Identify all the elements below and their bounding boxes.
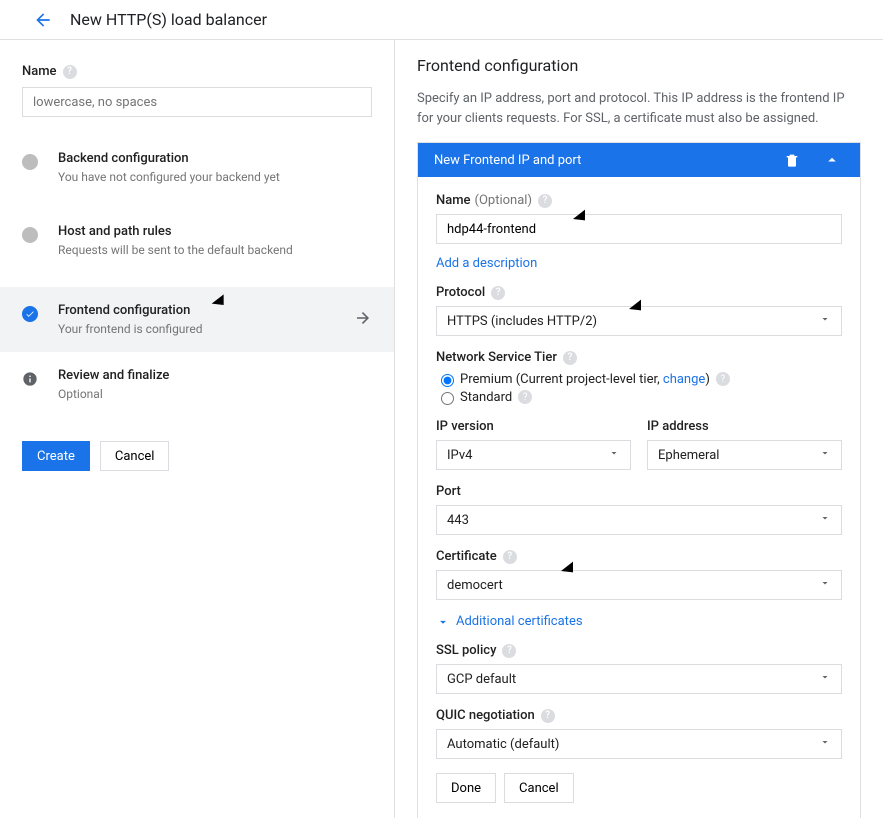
nst-premium-radio[interactable] xyxy=(441,374,454,387)
step-title: Host and path rules xyxy=(58,224,293,239)
name-optional: (Optional) xyxy=(475,193,532,208)
port-label: Port xyxy=(436,484,461,499)
chevron-down-icon xyxy=(608,447,620,463)
help-icon[interactable]: ? xyxy=(63,65,77,79)
chevron-down-icon xyxy=(819,512,831,528)
nst-premium-text: Premium (Current project-level tier, cha… xyxy=(460,372,710,387)
frontend-name-input[interactable] xyxy=(436,214,842,244)
step-hostpath[interactable]: Host and path rules Requests will be sen… xyxy=(0,214,394,267)
panel-title: New Frontend IP and port xyxy=(434,153,764,168)
frontend-panel: New Frontend IP and port Name (Optional)… xyxy=(417,142,861,818)
ipver-label: IP version xyxy=(436,419,494,434)
protocol-label: Protocol xyxy=(436,285,485,300)
chevron-down-icon xyxy=(819,313,831,329)
section-description: Specify an IP address, port and protocol… xyxy=(417,89,861,128)
port-value: 443 xyxy=(447,513,469,528)
create-button[interactable]: Create xyxy=(22,441,90,471)
nst-label: Network Service Tier xyxy=(436,350,557,365)
additional-certs-toggle[interactable]: Additional certificates xyxy=(436,614,842,629)
help-icon[interactable]: ? xyxy=(491,286,505,300)
port-select[interactable]: 443 xyxy=(436,505,842,535)
protocol-value: HTTPS (includes HTTP/2) xyxy=(447,314,597,329)
certificate-select[interactable]: democert xyxy=(436,570,842,600)
status-dot-icon xyxy=(22,154,38,170)
lb-name-label: Name xyxy=(22,64,57,79)
left-pane: Name ? Backend configuration You have no… xyxy=(0,40,395,818)
step-title: Review and finalize xyxy=(58,368,169,383)
chevron-down-icon xyxy=(819,736,831,752)
check-icon xyxy=(22,306,38,322)
protocol-select[interactable]: HTTPS (includes HTTP/2) xyxy=(436,306,842,336)
ipver-value: IPv4 xyxy=(447,448,472,463)
wizard-steps: Backend configuration You have not confi… xyxy=(0,141,394,411)
chevron-right-icon xyxy=(354,309,372,331)
add-description-link[interactable]: Add a description xyxy=(436,256,537,271)
cancel-button[interactable]: Cancel xyxy=(100,441,170,471)
section-title: Frontend configuration xyxy=(417,56,861,75)
help-icon[interactable]: ? xyxy=(502,644,516,658)
chevron-down-icon xyxy=(819,671,831,687)
collapse-icon[interactable] xyxy=(820,148,844,172)
help-icon[interactable]: ? xyxy=(518,390,532,404)
step-title: Backend configuration xyxy=(58,151,280,166)
step-subtitle: Requests will be sent to the default bac… xyxy=(58,243,293,257)
help-icon[interactable]: ? xyxy=(503,550,517,564)
help-icon[interactable]: ? xyxy=(541,709,555,723)
lb-name-input[interactable] xyxy=(22,87,372,117)
step-subtitle: Your frontend is configured xyxy=(58,322,203,336)
info-icon xyxy=(22,371,38,387)
ip-version-select[interactable]: IPv4 xyxy=(436,440,631,470)
panel-cancel-button[interactable]: Cancel xyxy=(504,773,574,803)
cert-label: Certificate xyxy=(436,549,497,564)
cert-value: democert xyxy=(447,578,503,593)
ip-address-select[interactable]: Ephemeral xyxy=(647,440,842,470)
status-dot-icon xyxy=(22,227,38,243)
nst-standard-text: Standard xyxy=(460,390,512,405)
back-arrow[interactable] xyxy=(32,9,54,31)
quic-select[interactable]: Automatic (default) xyxy=(436,729,842,759)
ipaddr-label: IP address xyxy=(647,419,709,434)
ipaddr-value: Ephemeral xyxy=(658,448,719,463)
name-label: Name xyxy=(436,193,471,208)
step-backend[interactable]: Backend configuration You have not confi… xyxy=(0,141,394,194)
step-frontend[interactable]: Frontend configuration Your frontend is … xyxy=(0,287,394,352)
done-button[interactable]: Done xyxy=(436,773,496,803)
nst-standard-radio[interactable] xyxy=(441,392,454,405)
help-icon[interactable]: ? xyxy=(716,372,730,386)
sslpolicy-value: GCP default xyxy=(447,672,516,687)
quic-value: Automatic (default) xyxy=(447,737,559,752)
sslpolicy-label: SSL policy xyxy=(436,643,496,658)
nst-change-link[interactable]: change xyxy=(663,372,705,387)
delete-icon[interactable] xyxy=(780,148,804,172)
step-subtitle: Optional xyxy=(58,387,169,401)
step-subtitle: You have not configured your backend yet xyxy=(58,170,280,184)
help-icon[interactable]: ? xyxy=(538,194,552,208)
right-pane: Frontend configuration Specify an IP add… xyxy=(395,40,883,818)
topbar: New HTTP(S) load balancer xyxy=(0,0,883,40)
step-title: Frontend configuration xyxy=(58,303,203,318)
chevron-down-icon xyxy=(819,577,831,593)
page-title: New HTTP(S) load balancer xyxy=(70,10,267,29)
quic-label: QUIC negotiation xyxy=(436,708,535,723)
help-icon[interactable]: ? xyxy=(563,351,577,365)
step-review[interactable]: Review and finalize Optional xyxy=(0,358,394,411)
panel-header: New Frontend IP and port xyxy=(418,143,860,177)
chevron-down-icon xyxy=(819,447,831,463)
ssl-policy-select[interactable]: GCP default xyxy=(436,664,842,694)
